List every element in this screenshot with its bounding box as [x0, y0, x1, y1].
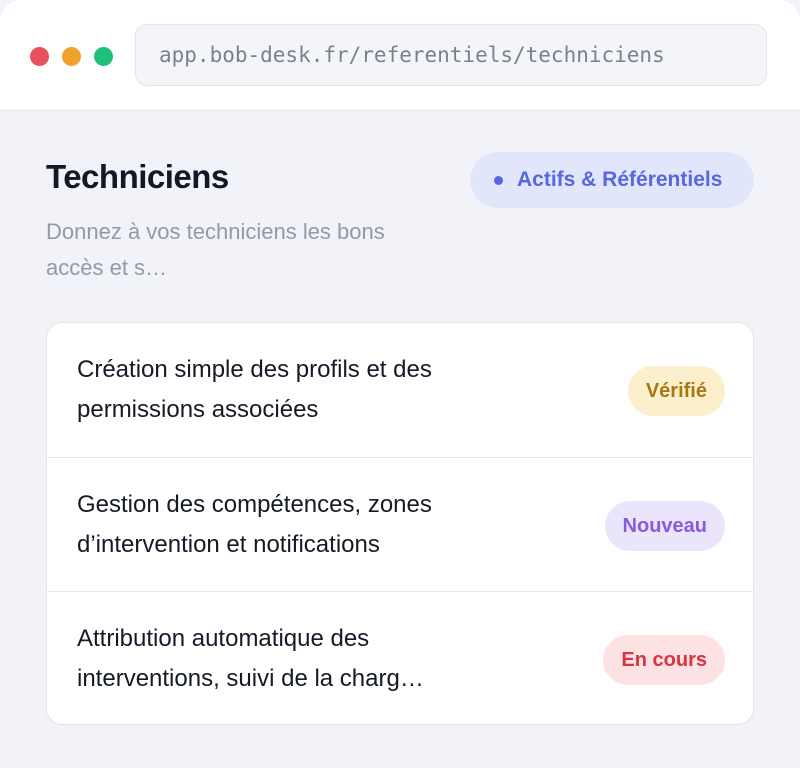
dot-icon	[494, 176, 503, 185]
minimize-window-button[interactable]	[62, 47, 81, 66]
category-badge[interactable]: Actifs & Référentiels	[470, 152, 754, 208]
feature-item-text: Attribution automatique des intervention…	[77, 625, 424, 692]
address-bar[interactable]: app.bob-desk.fr/referentiels/techniciens	[135, 24, 767, 86]
page-title: Techniciens	[46, 158, 229, 195]
feature-item-text: Création simple des profils et des permi…	[77, 356, 432, 423]
maximize-window-button[interactable]	[94, 47, 113, 66]
close-window-button[interactable]	[30, 47, 49, 66]
feature-item-text: Gestion des compétences, zones d’interve…	[77, 491, 432, 558]
page-description: Donnez à vos techniciens les bons accès …	[46, 219, 385, 280]
status-badge-verified: Vérifié	[627, 366, 725, 416]
feature-item-skills[interactable]: Gestion des compétences, zones d’interve…	[47, 457, 753, 591]
feature-item-profiles[interactable]: Création simple des profils et des permi…	[47, 323, 753, 457]
category-badge-label: Actifs & Référentiels	[517, 168, 723, 191]
status-badge-new: Nouveau	[604, 501, 725, 551]
status-badge-in-progress: En cours	[603, 635, 725, 685]
feature-list: Création simple des profils et des permi…	[46, 322, 754, 725]
browser-titlebar: app.bob-desk.fr/referentiels/techniciens	[0, 0, 800, 111]
app-window: app.bob-desk.fr/referentiels/techniciens…	[0, 0, 800, 768]
feature-item-assignment[interactable]: Attribution automatique des intervention…	[47, 591, 753, 724]
